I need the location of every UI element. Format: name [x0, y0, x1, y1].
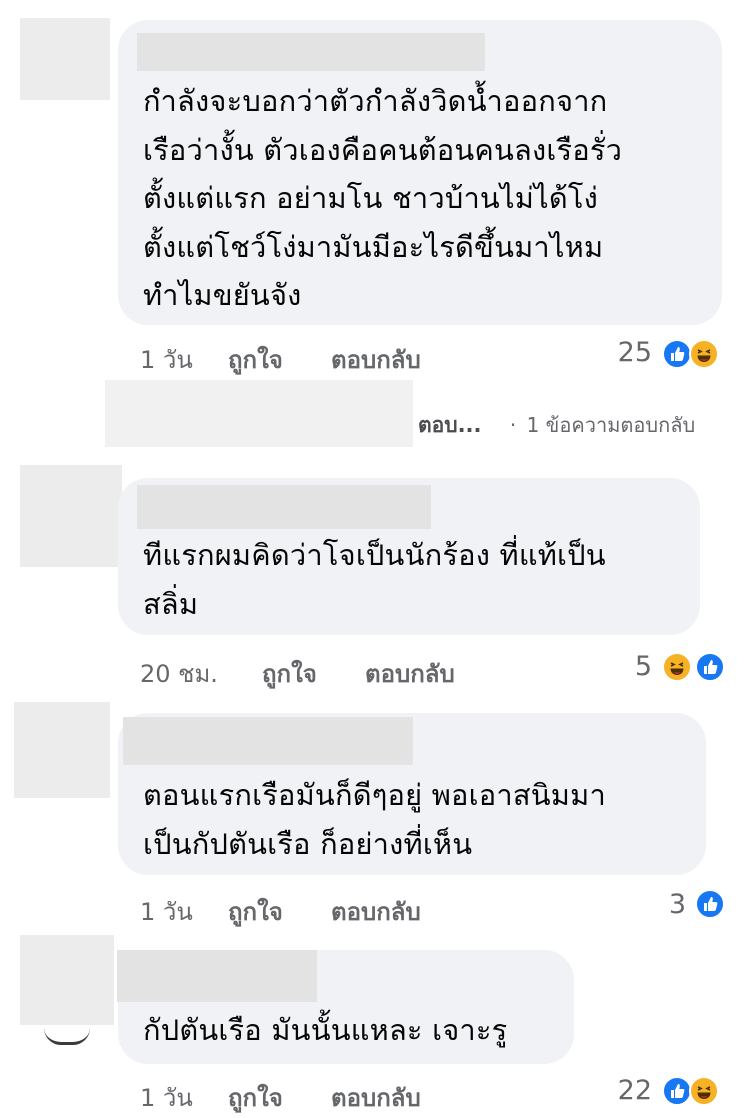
like-icon[interactable] — [662, 339, 692, 369]
comment-timestamp[interactable]: 20 ชม. — [140, 654, 218, 693]
reaction-count[interactable]: 22 — [600, 1075, 652, 1106]
like-button[interactable]: ถูกใจ — [228, 1078, 283, 1117]
reply-button[interactable]: ตอบกลับ — [365, 654, 455, 693]
author-name[interactable] — [117, 950, 317, 1002]
avatar-edge — [44, 1028, 90, 1045]
comment-timestamp[interactable]: 1 วัน — [140, 892, 193, 931]
comment-text: ทีแรกผมคิดว่าโจเป็นนักร้อง ที่แท้เป็น สล… — [143, 538, 606, 621]
author-name[interactable] — [123, 717, 413, 765]
like-icon[interactable] — [695, 652, 725, 682]
like-button[interactable]: ถูกใจ — [228, 340, 283, 379]
comment-text: ตอนแรกเรือมันก็ดีๆอยู่ พอเอาสนิมมา เป็นก… — [143, 778, 606, 861]
view-replies-link[interactable]: ตอบ... · 1 ข้อความตอบกลับ — [418, 409, 695, 442]
comment-text: กำลังจะบอกว่าตัวกำลังวิดน้ำออกจาก เรือว่… — [143, 84, 623, 312]
reply-button[interactable]: ตอบกลับ — [331, 1078, 421, 1117]
reply-count-label: 1 ข้อความตอบกลับ — [526, 413, 696, 437]
author-name[interactable] — [137, 485, 431, 529]
reply-button[interactable]: ตอบกลับ — [331, 340, 421, 379]
haha-icon[interactable] — [662, 652, 692, 682]
reply-preview-text: ตอบ... — [418, 413, 482, 437]
avatar[interactable] — [14, 702, 110, 798]
avatar[interactable] — [20, 18, 110, 100]
reaction-count[interactable]: 25 — [600, 337, 652, 368]
haha-icon[interactable] — [689, 339, 719, 369]
reply-avatar[interactable] — [105, 380, 413, 447]
avatar[interactable] — [20, 935, 114, 1025]
comment-text: กัปตันเรือ มันนั้นแหละ เจาะรู — [143, 1013, 508, 1047]
haha-icon[interactable] — [689, 1076, 719, 1106]
like-icon[interactable] — [662, 1076, 692, 1106]
like-icon[interactable] — [695, 889, 725, 919]
reply-button[interactable]: ตอบกลับ — [331, 892, 421, 931]
author-name[interactable] — [137, 33, 485, 71]
comment-timestamp[interactable]: 1 วัน — [140, 1078, 193, 1117]
like-button[interactable]: ถูกใจ — [228, 892, 283, 931]
reaction-count[interactable]: 3 — [640, 889, 686, 920]
avatar[interactable] — [20, 465, 122, 567]
separator: · — [509, 413, 517, 437]
comment-timestamp[interactable]: 1 วัน — [140, 340, 193, 379]
reaction-count[interactable]: 5 — [610, 651, 652, 682]
like-button[interactable]: ถูกใจ — [262, 654, 317, 693]
